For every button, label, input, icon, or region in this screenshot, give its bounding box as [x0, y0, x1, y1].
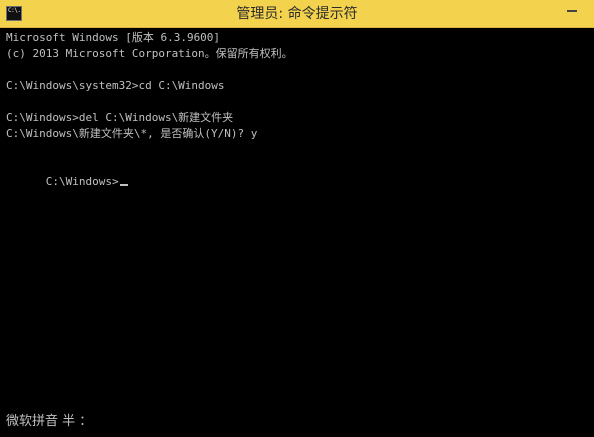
ime-status-bar[interactable]: 微软拼音 半 ： — [6, 412, 92, 432]
console-line: Microsoft Windows [版本 6.3.9600] — [6, 31, 221, 44]
console-line: (c) 2013 Microsoft Corporation。保留所有权利。 — [6, 47, 293, 60]
title-bar[interactable]: C:\. 管理员: 命令提示符 — [0, 0, 594, 28]
minimize-button[interactable] — [560, 0, 584, 20]
console-line: C:\Windows>del C:\Windows\新建文件夹 — [6, 111, 234, 124]
console-line: C:\Windows\新建文件夹\*, 是否确认(Y/N)? y — [6, 127, 258, 140]
minimize-icon — [567, 10, 577, 12]
console-line: C:\Windows\system32>cd C:\Windows — [6, 79, 225, 92]
window-title: 管理员: 命令提示符 — [236, 6, 358, 22]
prompt-text: C:\Windows> — [45, 175, 119, 188]
current-prompt-line[interactable]: C:\Windows> — [6, 158, 128, 188]
console-output[interactable]: Microsoft Windows [版本 6.3.9600] (c) 2013… — [0, 28, 594, 410]
command-prompt-window: C:\. 管理员: 命令提示符 Microsoft Windows [版本 6.… — [0, 0, 594, 437]
text-cursor — [119, 184, 128, 186]
